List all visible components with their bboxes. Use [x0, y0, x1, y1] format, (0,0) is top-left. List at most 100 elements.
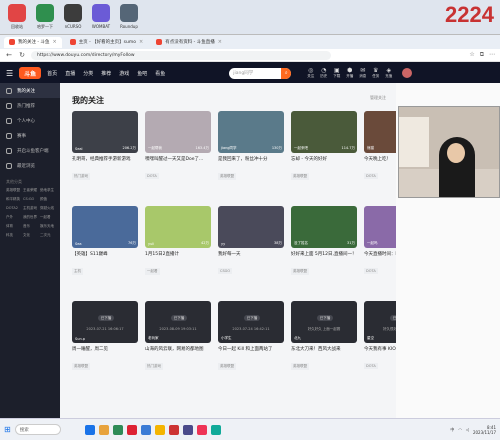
nav-item[interactable]: 游戏 — [119, 70, 129, 77]
nav-item[interactable]: 分类 — [83, 70, 93, 77]
category-tag[interactable]: 英雄联盟 — [291, 268, 309, 275]
browser-tab[interactable]: 主页 - 【好看的主页】sumo × — [65, 37, 149, 48]
stream-thumbnail[interactable]: 一起来吧 114.7万 — [291, 111, 357, 153]
nav-item[interactable]: 鱼吧 — [137, 70, 147, 77]
stream-thumbnail[interactable]: 一起帮我 163.4万 — [145, 111, 211, 153]
category-link[interactable]: DOTA2 — [6, 206, 20, 211]
extensions-icon[interactable]: ⧉ — [480, 51, 484, 59]
stream-card[interactable]: 已下播 好久好久 上面一起赛 北九东北大刀来！西风大战来 英雄联盟 — [291, 301, 357, 371]
nav-item[interactable]: 推荐 — [101, 70, 111, 77]
stream-title[interactable]: 【英雄】S11巅峰 — [72, 251, 138, 257]
stream-thumbnail[interactable]: 已下播 2023-08-09 19:03:11 老玩家 — [145, 301, 211, 343]
stream-thumbnail[interactable]: 没了姓名 31万 — [291, 206, 357, 248]
search-input[interactable]: jiang同学 — [233, 70, 253, 76]
user-avatar[interactable] — [402, 68, 413, 78]
category-link[interactable]: 颜值 — [40, 197, 54, 202]
back-icon[interactable]: ← — [5, 51, 13, 59]
header-icon-button[interactable]: ◎ 关注 — [307, 67, 314, 79]
stream-card[interactable]: 已下播 2023-08-09 19:03:11 老玩家山海的风云联，网易的都地图 热门… — [145, 301, 211, 371]
stream-thumbnail[interactable]: Sea 76万 — [72, 206, 138, 248]
stream-title[interactable]: 1月15日2直播计 — [145, 251, 211, 257]
category-link[interactable]: 一起看 — [40, 215, 54, 220]
desktop-icon[interactable]: 回收站 — [6, 4, 28, 30]
sidebar-item[interactable]: 最近浏览 — [0, 158, 60, 173]
category-link[interactable]: 绝地求生 — [40, 188, 54, 193]
category-tag[interactable]: DOTA — [145, 173, 159, 179]
category-tag[interactable]: CSGO — [218, 268, 233, 274]
taskbar-app-icon[interactable] — [112, 424, 123, 435]
stream-title[interactable]: 山海的风云联，网易的都地图 — [145, 346, 211, 352]
category-link[interactable]: 二次元 — [40, 233, 54, 238]
hamburger-icon[interactable]: ☰ — [6, 69, 13, 78]
taskbar-app-icon[interactable] — [196, 424, 207, 435]
taskbar-app-icon[interactable] — [126, 424, 137, 435]
stream-card[interactable]: 一起帮我 163.4万嘿嘿叫醒过一天又是Doe了... DOTA — [145, 111, 211, 181]
sidebar-item[interactable]: 我的关注 — [0, 83, 60, 98]
reload-icon[interactable]: ↻ — [18, 51, 26, 59]
stream-thumbnail[interactable]: yy 38万 — [218, 206, 284, 248]
taskbar-app-icon[interactable] — [140, 424, 151, 435]
menu-dots-icon[interactable]: ⋯ — [489, 51, 495, 59]
stream-title[interactable]: 是我回来了，粉丝冲十分 — [218, 156, 284, 162]
stream-card[interactable]: 一起来吧 114.7万忘却 - 今天的好好 英雄联盟 — [291, 111, 357, 181]
stream-title[interactable]: 忘却 - 今天的好好 — [291, 156, 357, 162]
stream-card[interactable]: yy 38万我好每一天 CSGO — [218, 206, 284, 276]
nav-item[interactable]: 首页 — [47, 70, 57, 77]
wifi-icon[interactable]: ◠ — [458, 427, 462, 432]
category-link[interactable]: 音乐 — [23, 224, 37, 229]
category-link[interactable]: 和平精英 — [6, 197, 20, 202]
sidebar-item[interactable]: 赛事 — [0, 128, 60, 143]
taskbar-app-icon[interactable] — [210, 424, 221, 435]
header-icon-button[interactable]: ✉ 消息 — [359, 67, 366, 79]
category-tag[interactable]: 英雄联盟 — [72, 363, 90, 370]
category-tag[interactable]: DOTA — [364, 363, 378, 369]
stream-card[interactable]: Sea 76万【英雄】S11巅峰 主机 — [72, 206, 138, 276]
header-icon-button[interactable]: ◔ 历史 — [320, 67, 327, 79]
sidebar-item[interactable]: 开启斗鱼客户端 — [0, 143, 60, 158]
close-icon[interactable]: × — [218, 39, 222, 45]
manage-follow-link[interactable]: 管理关注 — [370, 95, 386, 101]
taskbar-app-icon[interactable] — [98, 424, 109, 435]
desktop-icon[interactable]: WOMBAT — [90, 4, 112, 30]
header-icon-button[interactable]: ◈ 充值 — [385, 67, 392, 79]
browser-tab[interactable]: 我的关注 - 斗鱼 × — [4, 36, 62, 48]
close-icon[interactable]: × — [52, 39, 56, 45]
stream-thumbnail[interactable]: yuli 42万 — [145, 206, 211, 248]
category-link[interactable]: 英雄联盟 — [6, 188, 20, 193]
category-link[interactable]: 娱乐天地 — [40, 224, 54, 229]
category-tag[interactable]: DOTA — [364, 173, 378, 179]
category-tag[interactable]: 英雄联盟 — [291, 363, 309, 370]
volume-icon[interactable]: ◁ — [466, 427, 469, 432]
category-tag[interactable]: 一起看 — [145, 268, 160, 275]
category-tag[interactable]: 主机 — [72, 268, 83, 275]
nav-item[interactable]: 看鱼 — [155, 70, 165, 77]
desktop-icon[interactable]: Roundup — [118, 4, 140, 30]
category-link[interactable]: CS:GO — [23, 197, 37, 202]
stream-thumbnail[interactable]: 已下播 好久好久 上面一起赛 北九 — [291, 301, 357, 343]
category-link[interactable]: 科技 — [6, 233, 20, 238]
category-tag[interactable]: 英雄联盟 — [291, 173, 309, 180]
stream-thumbnail[interactable]: 已下播 2023-07-24 16:42:11 小学生 — [218, 301, 284, 343]
category-link[interactable]: 我的世界 — [23, 215, 37, 220]
stream-thumbnail[interactable]: jiang同学 130万 — [218, 111, 284, 153]
category-tag[interactable]: 热门游戏 — [72, 173, 90, 180]
stream-card[interactable]: yuli 42万 1月15日2直播计 一起看 — [145, 206, 211, 276]
stream-title[interactable]: 我好每一天 — [218, 251, 284, 257]
category-link[interactable]: 穿越火线 — [40, 206, 54, 211]
desktop-icon[interactable]: 哈罗一下 — [34, 4, 56, 30]
site-logo[interactable]: 斗鱼 — [19, 67, 42, 79]
search-icon[interactable]: ⌕ — [281, 67, 292, 79]
url-input[interactable]: https://www.douyu.com/directory/myFollow — [31, 50, 331, 60]
stream-title[interactable]: 嘿嘿叫醒过一天又是Doe了... — [145, 156, 211, 162]
category-tag[interactable]: 热门游戏 — [145, 363, 163, 370]
category-tag[interactable]: 英雄联盟 — [218, 363, 236, 370]
stream-title[interactable]: 东北大刀来！西风大战来 — [291, 346, 357, 352]
lang-indicator[interactable]: 中 — [450, 427, 454, 433]
star-icon[interactable]: ☆ — [469, 51, 474, 59]
taskbar-search[interactable]: 搜索 — [14, 424, 61, 435]
stream-card[interactable]: jiang同学 130万 是我回来了，粉丝冲十分 英雄联盟 — [218, 111, 284, 181]
stream-card[interactable]: 已下播 2023-07-24 16:42:11 小学生今日一起 Kill 和上面两站… — [218, 301, 284, 371]
stream-card[interactable]: 没了姓名 31万 好好来上面 5月12日,直播间一！ 英雄联盟 — [291, 206, 357, 276]
stream-title[interactable]: 今日一起 Kill 和上面两站了 — [218, 346, 284, 352]
taskbar-app-icon[interactable] — [154, 424, 165, 435]
